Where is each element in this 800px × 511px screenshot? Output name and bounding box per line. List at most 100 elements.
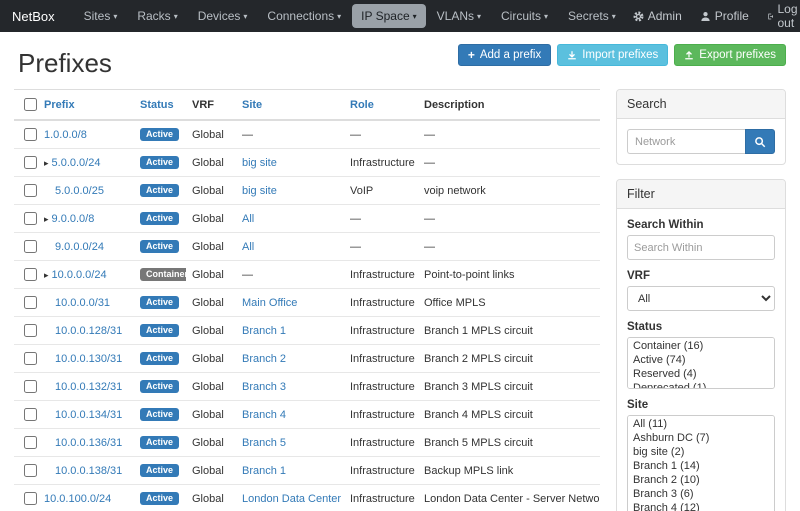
- site-link[interactable]: Branch 3: [242, 381, 286, 393]
- site-link[interactable]: Branch 1: [242, 325, 286, 337]
- filter-option[interactable]: Branch 2 (10): [629, 473, 773, 487]
- filter-option[interactable]: Branch 1 (14): [629, 459, 773, 473]
- row-checkbox[interactable]: [24, 128, 37, 141]
- row-checkbox[interactable]: [24, 240, 37, 253]
- site-link[interactable]: big site: [242, 185, 277, 197]
- site-link[interactable]: All: [242, 213, 254, 225]
- row-checkbox[interactable]: [24, 184, 37, 197]
- search-input[interactable]: [627, 129, 745, 154]
- nav-item-racks[interactable]: Racks▾: [128, 4, 186, 28]
- filter-option[interactable]: Ashburn DC (7): [629, 431, 773, 445]
- site-link[interactable]: Main Office: [242, 297, 297, 309]
- nav-item-connections[interactable]: Connections▾: [258, 4, 350, 28]
- filter-option[interactable]: Reserved (4): [629, 367, 773, 381]
- logout-icon: [767, 11, 774, 22]
- export-prefixes-label: Export prefixes: [699, 49, 776, 61]
- column-header-status[interactable]: Status: [140, 99, 174, 111]
- site-link[interactable]: Branch 5: [242, 437, 286, 449]
- row-checkbox[interactable]: [24, 380, 37, 393]
- nav-item-devices[interactable]: Devices▾: [189, 4, 257, 28]
- description-cell: Branch 3 MPLS circuit: [418, 373, 600, 401]
- prefix-link[interactable]: 5.0.0.0/25: [55, 185, 104, 197]
- nav-item-vlans[interactable]: VLANs▾: [428, 4, 490, 28]
- role-cell: —: [344, 233, 418, 261]
- row-checkbox[interactable]: [24, 324, 37, 337]
- nav-item-circuits[interactable]: Circuits▾: [492, 4, 557, 28]
- column-header-role[interactable]: Role: [350, 99, 374, 111]
- filter-option[interactable]: Container (16): [629, 339, 773, 353]
- prefix-link[interactable]: 10.0.0.0/31: [55, 297, 110, 309]
- row-checkbox[interactable]: [24, 268, 37, 281]
- search-within-input[interactable]: [627, 235, 775, 260]
- status-badge: Active: [140, 492, 179, 506]
- row-checkbox[interactable]: [24, 156, 37, 169]
- filter-option[interactable]: All (11): [629, 417, 773, 431]
- site-link[interactable]: Branch 4: [242, 409, 286, 421]
- filter-panel-title: Filter: [617, 180, 785, 209]
- row-checkbox[interactable]: [24, 464, 37, 477]
- prefix-link[interactable]: 10.0.0.138/31: [55, 465, 122, 477]
- select-all-checkbox[interactable]: [24, 98, 37, 111]
- site-link[interactable]: London Data Center: [242, 493, 341, 505]
- nav-item-label: Circuits: [501, 9, 541, 23]
- prefix-link[interactable]: 10.0.0.134/31: [55, 409, 122, 421]
- row-checkbox[interactable]: [24, 352, 37, 365]
- profile-link[interactable]: Profile: [694, 5, 755, 27]
- vrf-cell: Global: [186, 485, 236, 511]
- column-header-site[interactable]: Site: [242, 99, 262, 111]
- expand-caret-icon[interactable]: ▸: [44, 158, 49, 168]
- row-checkbox[interactable]: [24, 436, 37, 449]
- prefix-link[interactable]: 9.0.0.0/24: [55, 241, 104, 253]
- vrf-select[interactable]: All: [627, 286, 775, 311]
- row-checkbox[interactable]: [24, 212, 37, 225]
- description-cell: —: [418, 120, 600, 149]
- table-header-row: Prefix Status VRF Site Role Description: [14, 90, 600, 121]
- prefix-link[interactable]: 10.0.0.130/31: [55, 353, 122, 365]
- prefix-link[interactable]: 10.0.0.128/31: [55, 325, 122, 337]
- row-checkbox[interactable]: [24, 408, 37, 421]
- site-link[interactable]: All: [242, 241, 254, 253]
- nav-item-label: Devices: [198, 9, 241, 23]
- chevron-down-icon: ▾: [113, 12, 117, 21]
- search-button[interactable]: [745, 129, 775, 154]
- description-cell: London Data Center - Server Network: [418, 485, 600, 511]
- prefix-link[interactable]: 10.0.0.136/31: [55, 437, 122, 449]
- nav-item-secrets[interactable]: Secrets▾: [559, 4, 625, 28]
- role-cell: Infrastructure: [344, 373, 418, 401]
- brand-link[interactable]: NetBox: [12, 9, 55, 24]
- vrf-cell: Global: [186, 261, 236, 289]
- add-prefix-button[interactable]: + Add a prefix: [458, 44, 551, 66]
- description-cell: —: [418, 205, 600, 233]
- row-checkbox[interactable]: [24, 296, 37, 309]
- import-prefixes-button[interactable]: Import prefixes: [557, 44, 668, 66]
- site-filter-list[interactable]: All (11)Ashburn DC (7)big site (2)Branch…: [627, 415, 775, 511]
- site-link[interactable]: big site: [242, 157, 277, 169]
- filter-option[interactable]: Deprecated (1): [629, 381, 773, 389]
- prefix-link[interactable]: 5.0.0.0/24: [52, 157, 101, 169]
- export-prefixes-button[interactable]: Export prefixes: [674, 44, 786, 66]
- admin-link[interactable]: Admin: [627, 5, 688, 27]
- prefix-link[interactable]: 10.0.100.0/24: [44, 493, 111, 505]
- filter-option[interactable]: Branch 4 (12): [629, 501, 773, 511]
- site-link[interactable]: Branch 2: [242, 353, 286, 365]
- role-cell: Infrastructure: [344, 289, 418, 317]
- prefix-link[interactable]: 10.0.0.132/31: [55, 381, 122, 393]
- status-filter-list[interactable]: Container (16)Active (74)Reserved (4)Dep…: [627, 337, 775, 389]
- nav-item-sites[interactable]: Sites▾: [75, 4, 127, 28]
- nav-item-ip-space[interactable]: IP Space▾: [352, 4, 426, 28]
- column-header-prefix[interactable]: Prefix: [44, 99, 75, 111]
- logout-label: Log out: [777, 2, 800, 30]
- prefix-link[interactable]: 10.0.0.0/24: [52, 269, 107, 281]
- prefix-link[interactable]: 9.0.0.0/8: [52, 213, 95, 225]
- filter-option[interactable]: Branch 3 (6): [629, 487, 773, 501]
- filter-option[interactable]: Active (74): [629, 353, 773, 367]
- logout-link[interactable]: Log out: [761, 0, 800, 34]
- prefix-link[interactable]: 1.0.0.0/8: [44, 129, 87, 141]
- empty-value: —: [242, 269, 253, 281]
- nav-item-label: VLANs: [437, 9, 474, 23]
- row-checkbox[interactable]: [24, 492, 37, 505]
- expand-caret-icon[interactable]: ▸: [44, 214, 49, 224]
- expand-caret-icon[interactable]: ▸: [44, 270, 49, 280]
- site-link[interactable]: Branch 1: [242, 465, 286, 477]
- filter-option[interactable]: big site (2): [629, 445, 773, 459]
